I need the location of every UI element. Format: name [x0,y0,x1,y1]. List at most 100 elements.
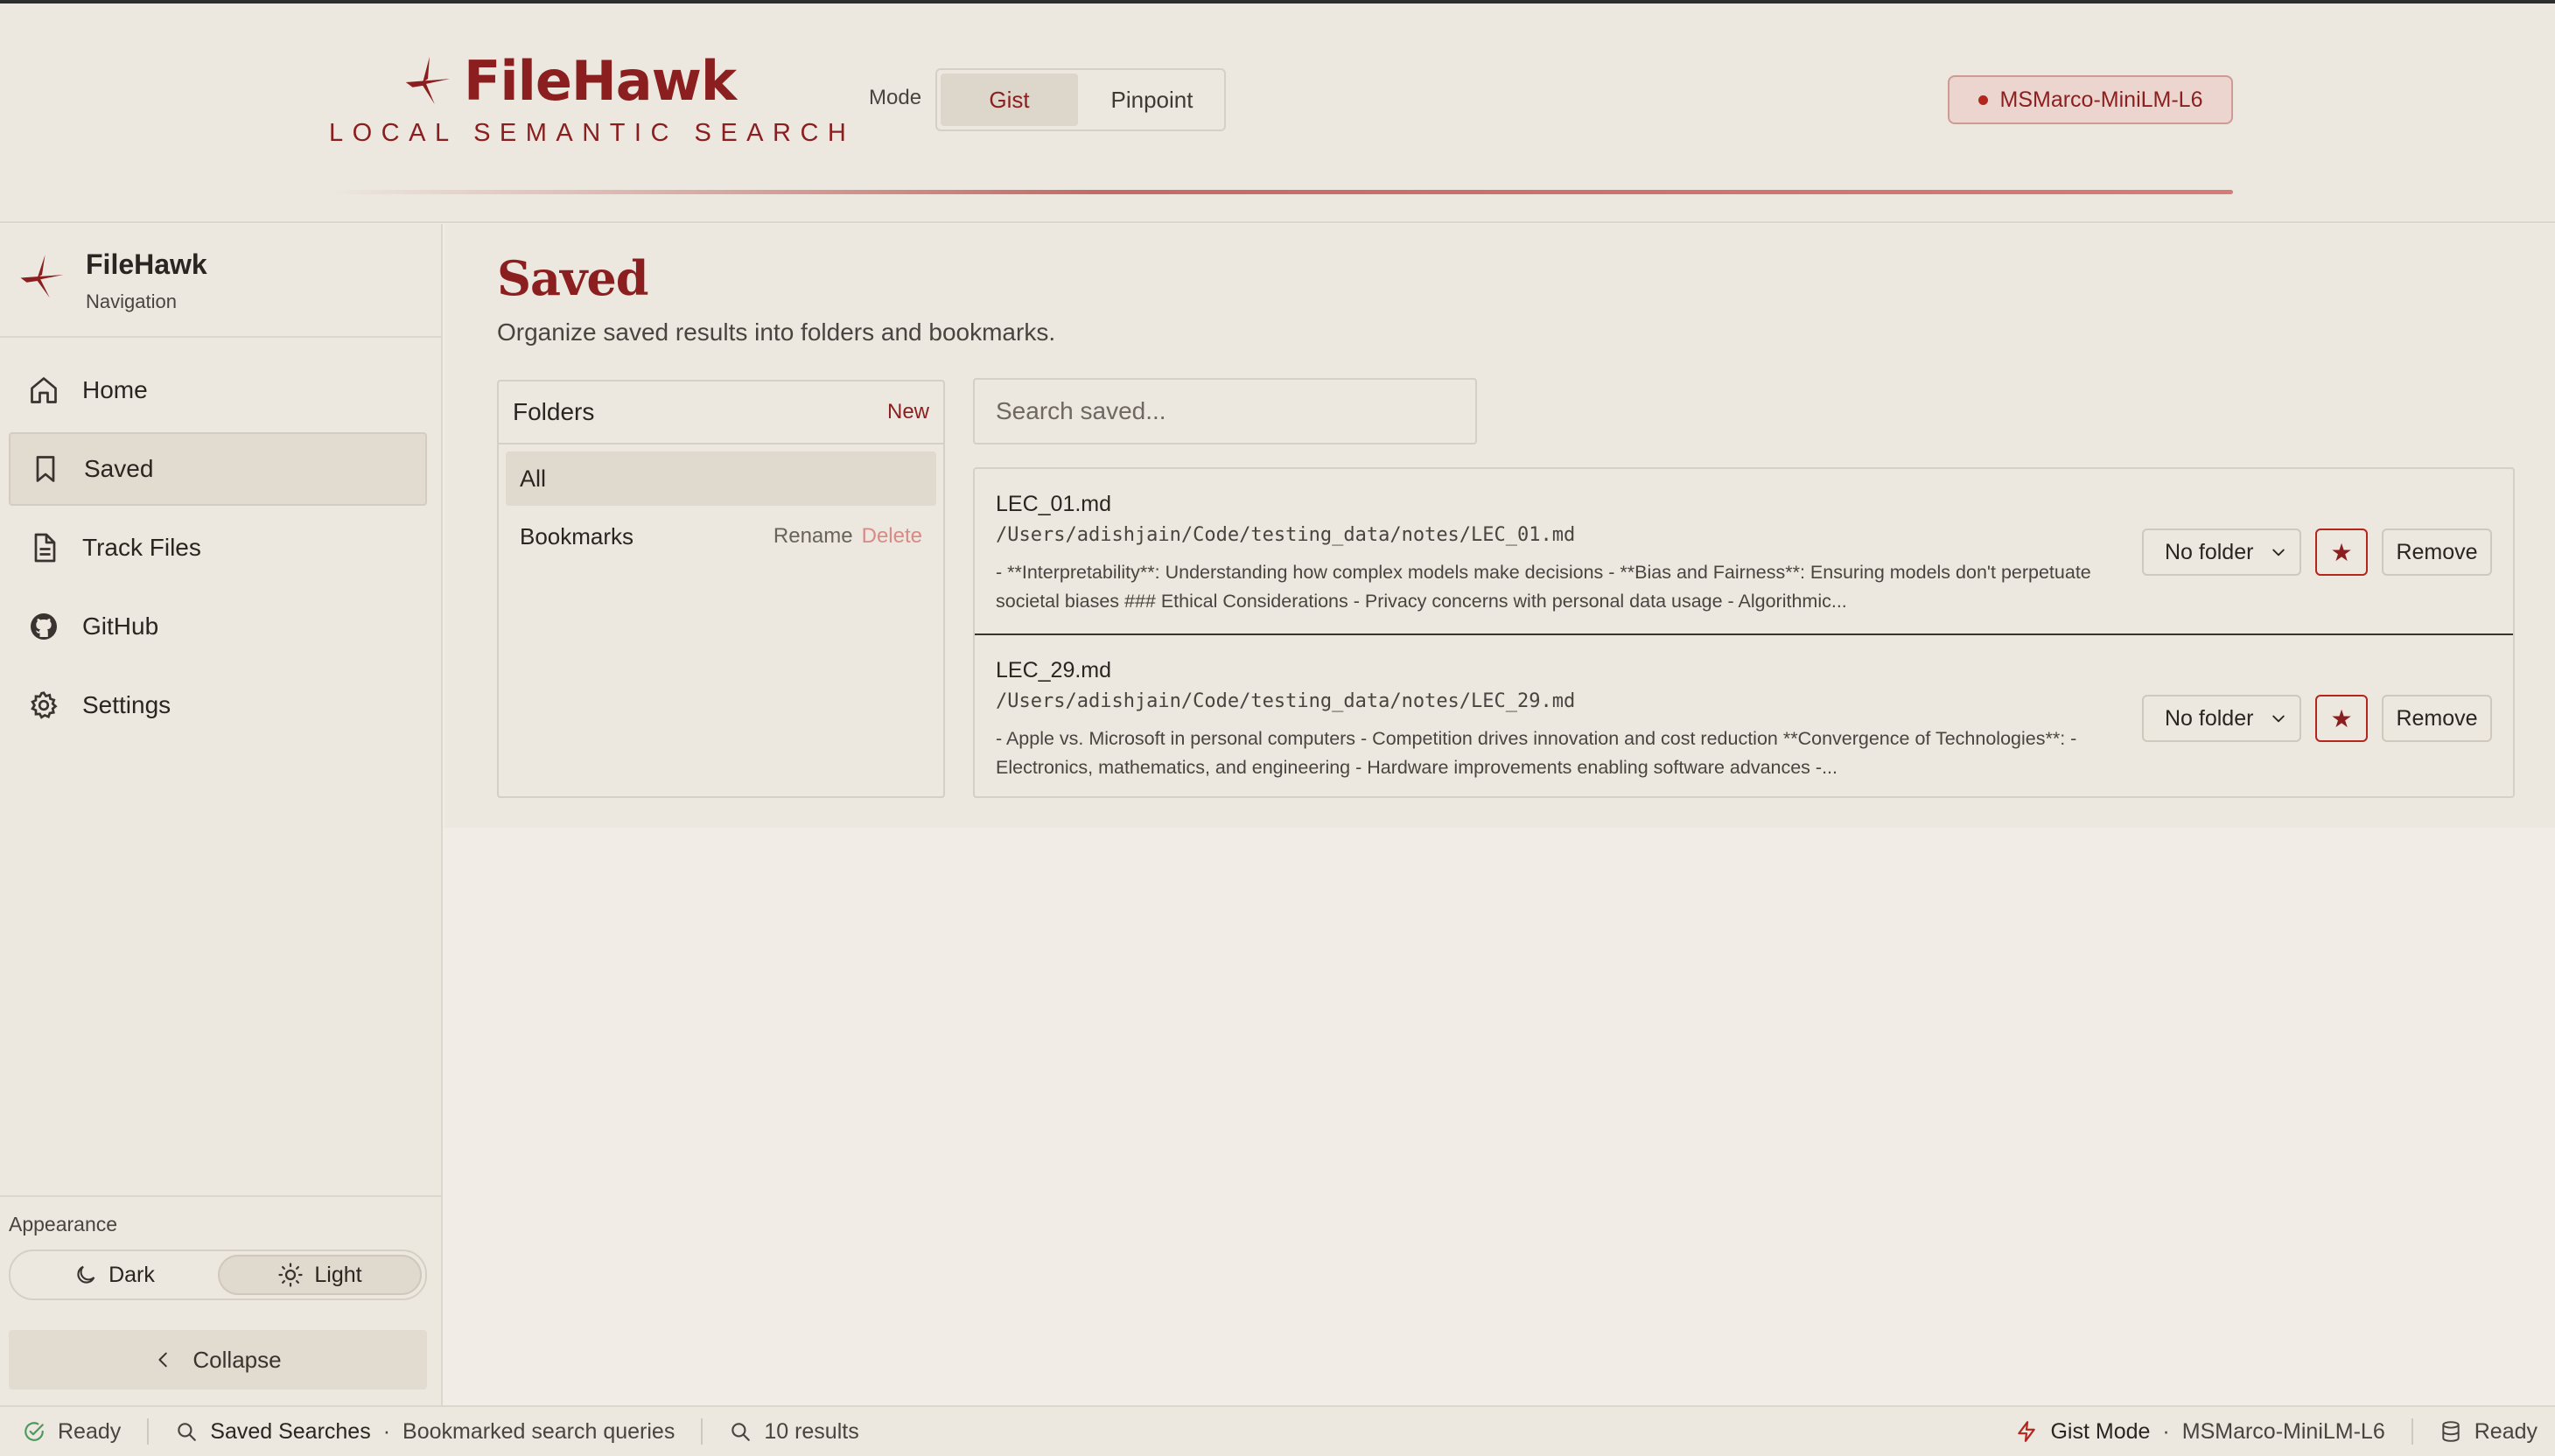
result-snippet: - **Interpretability**: Understanding ho… [996,562,2091,612]
star-icon: ★ [2330,704,2353,732]
theme-light-button[interactable]: Light [218,1255,422,1295]
status-bookmarked-label: Bookmarked search queries [402,1418,676,1444]
status-model-label: MSMarco-MiniLM-L6 [2181,1418,2385,1444]
star-icon: ★ [2330,538,2353,566]
home-icon [31,377,57,403]
sidebar-item-label: Track Files [82,534,201,561]
database-icon [2442,1421,2460,1442]
status-ready-text: Ready [2474,1418,2538,1444]
result-filename: LEC_29.md [996,658,1112,682]
brand-logo-row: FileHawk [401,48,737,113]
mode-gist-button[interactable]: Gist [941,74,1078,126]
theme-dark-button[interactable]: Dark [14,1255,214,1295]
status-mode-label: Gist Mode [2050,1418,2151,1444]
chevron-down-icon [2272,549,2285,556]
sidebar-divider [0,1195,441,1197]
result-snippet: - Apple vs. Microsoft in personal comput… [996,728,2077,778]
status-saved-searches[interactable]: Saved Searches · Bookmarked search queri… [175,1419,675,1445]
folder-select-value: No folder [2165,539,2254,564]
github-icon [31,613,57,640]
chevron-down-icon [2272,715,2285,723]
theme-toggle: Dark Light [9,1250,427,1300]
status-results-count: 10 results [764,1418,859,1444]
folder-item-all[interactable]: All [506,452,936,506]
bookmark-icon [36,456,55,482]
sidebar-item-saved[interactable]: Saved [9,432,427,506]
search-icon [178,1423,197,1441]
theme-light-label: Light [314,1262,362,1287]
status-mode: Gist Mode · MSMarco-MiniLM-L6 [2015,1418,2385,1445]
mode-label: Mode [869,86,922,109]
status-results: 10 results [729,1418,859,1445]
sidebar-item-label: Home [82,376,148,403]
model-name: MSMarco-MiniLM-L6 [1999,87,2203,112]
status-separator [147,1418,150,1445]
folders-title: Folders [513,398,595,425]
mode-pinpoint-button[interactable]: Pinpoint [1083,74,1221,126]
status-bar: Ready Saved Searches · Bookmarked search… [0,1405,2555,1456]
sidebar-nav: Home Saved Track Files GitHub Settings [9,354,427,747]
sidebar-subtitle: Navigation [86,290,177,312]
folders-panel: Folders New All Bookmarks Rename Delete [497,380,945,798]
status-dot-icon [1978,94,1988,105]
sidebar-item-home[interactable]: Home [9,354,427,427]
sidebar-item-track-files[interactable]: Track Files [9,511,427,584]
sidebar-item-settings[interactable]: Settings [9,668,427,742]
folder-select-value: No folder [2165,705,2254,731]
list-item[interactable]: LEC_29.md /Users/adishjain/Code/testing_… [975,634,2513,798]
status-ready-text: Ready [58,1418,122,1444]
rename-folder-button[interactable]: Rename [774,524,853,549]
sidebar-item-label: Settings [82,691,172,718]
sidebar-item-github[interactable]: GitHub [9,590,427,663]
result-filename: LEC_01.md [996,492,1112,516]
main-content: Saved Organize saved results into folder… [444,224,2555,828]
delete-folder-button[interactable]: Delete [862,524,922,549]
folder-name: Bookmarks [520,522,634,550]
sidebar-item-label: Saved [84,455,154,482]
status-dot: · [2162,1418,2170,1444]
sidebar: FileHawk Navigation Home Saved Track Fil… [0,224,443,1405]
bookmark-star-button[interactable]: ★ [2315,528,2368,576]
chevron-left-icon [158,1352,168,1368]
lightning-icon [2018,1421,2036,1442]
folder-select[interactable]: No folder [2142,528,2301,576]
gear-icon [31,691,58,719]
status-saved-searches-label: Saved Searches [210,1418,371,1444]
search-saved-input[interactable] [973,378,1477,444]
file-icon [34,533,56,563]
new-folder-button[interactable]: New [887,400,929,424]
remove-button[interactable]: Remove [2382,695,2492,742]
sidebar-header: FileHawk Navigation [0,224,441,338]
folder-item-bookmarks[interactable]: Bookmarks Rename Delete [506,509,936,564]
moon-icon [77,1265,95,1284]
result-controls: No folder ★ Remove [2142,695,2492,742]
mode-toggle: Gist Pinpoint [935,68,1226,131]
result-controls: No folder ★ Remove [2142,528,2492,576]
brand-name: FileHawk [464,48,737,113]
search-icon [732,1423,751,1441]
brand-tagline: LOCAL SEMANTIC SEARCH [329,119,856,147]
page-title: Saved [497,250,648,306]
page-subtitle: Organize saved results into folders and … [497,318,1056,346]
collapse-sidebar-button[interactable]: Collapse [9,1330,427,1390]
sun-icon [278,1263,304,1287]
brand: FileHawk LOCAL SEMANTIC SEARCH [329,48,846,154]
status-separator [701,1418,704,1445]
model-badge[interactable]: MSMarco-MiniLM-L6 [1948,75,2233,124]
remove-button[interactable]: Remove [2382,528,2492,576]
status-right: Gist Mode · MSMarco-MiniLM-L6 Ready [2015,1407,2538,1456]
folder-select[interactable]: No folder [2142,695,2301,742]
collapse-label: Collapse [192,1346,282,1373]
folders-header: Folders New [499,382,943,444]
header-divider [332,190,2233,194]
bookmark-star-button[interactable]: ★ [2315,695,2368,742]
theme-dark-label: Dark [108,1262,155,1287]
hawk-logo-icon [20,255,64,298]
folder-actions: Rename Delete [774,524,922,549]
list-item[interactable]: LEC_01.md /Users/adishjain/Code/testing_… [975,469,2513,634]
sidebar-title: FileHawk [86,248,207,280]
sidebar-item-label: GitHub [82,612,159,640]
app-header: FileHawk LOCAL SEMANTIC SEARCH Mode Gist… [0,4,2555,223]
status-dot: · [382,1418,391,1444]
hawk-logo-icon [405,56,451,105]
